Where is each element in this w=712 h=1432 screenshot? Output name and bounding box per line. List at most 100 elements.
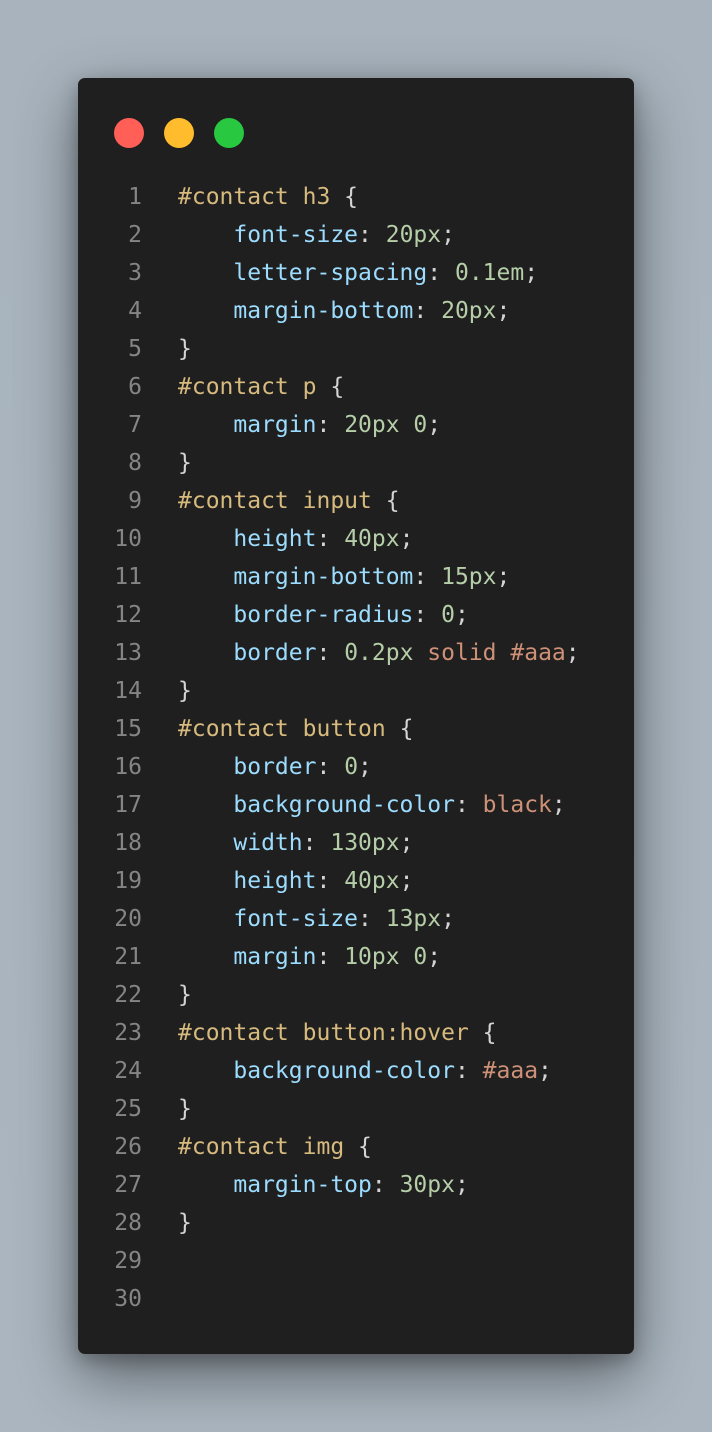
code-token: } <box>178 982 192 1008</box>
code-token: : <box>413 564 442 590</box>
code-token: ; <box>441 222 455 248</box>
maximize-dot-icon[interactable] <box>214 118 244 148</box>
line-content: background-color: black; <box>178 786 565 824</box>
code-line: 16 border: 0; <box>78 748 634 786</box>
code-token: font-size <box>233 906 359 932</box>
line-number: 20 <box>114 906 142 932</box>
code-token: ; <box>399 830 414 856</box>
line-number: 26 <box>114 1134 142 1160</box>
line-content: #contact p { <box>178 368 344 406</box>
code-line: 10 height: 40px; <box>78 520 634 558</box>
line-number: 14 <box>114 678 142 704</box>
code-token: ; <box>358 754 372 780</box>
code-token: margin <box>233 412 317 438</box>
code-token: ; <box>496 298 511 324</box>
line-content: } <box>178 976 192 1014</box>
code-line: 23 #contact button:hover { <box>78 1014 634 1052</box>
code-token: black <box>482 792 552 818</box>
code-token: background-color <box>233 792 455 818</box>
line-content: border: 0.2px solid #aaa; <box>178 634 580 672</box>
code-token: } <box>178 1210 192 1236</box>
code-line: 19 height: 40px; <box>78 862 634 900</box>
code-line: 29 <box>78 1242 634 1280</box>
code-token: : <box>316 754 345 780</box>
code-token: font-size <box>233 222 359 248</box>
line-number: 28 <box>114 1210 142 1236</box>
line-number: 7 <box>128 412 142 438</box>
code-token: 20px <box>385 222 442 248</box>
line-number: 2 <box>128 222 142 248</box>
line-content: #contact h3 { <box>178 178 358 216</box>
minimize-dot-icon[interactable] <box>164 118 194 148</box>
line-number: 13 <box>114 640 142 666</box>
code-line: 11 margin-bottom: 15px; <box>78 558 634 596</box>
code-token: } <box>178 450 192 476</box>
code-token: height <box>233 526 317 552</box>
code-token: #contact p <box>178 374 317 400</box>
code-token: : <box>454 792 483 818</box>
line-content: height: 40px; <box>178 862 413 900</box>
line-content: } <box>178 1090 192 1128</box>
code-editor[interactable]: 1 #contact h3 { 2 font-size: 20px; 3 letter… <box>78 178 634 1318</box>
code-token: margin-bottom <box>233 564 414 590</box>
code-token: : <box>413 602 442 628</box>
code-token: 40px <box>344 868 400 894</box>
code-token: : <box>358 906 386 932</box>
line-number: 17 <box>114 792 142 818</box>
code-line: 8} <box>78 444 634 482</box>
code-line: 14} <box>78 672 634 710</box>
line-number: 25 <box>114 1096 142 1122</box>
line-number: 3 <box>128 260 142 286</box>
code-token: } <box>178 1096 192 1122</box>
code-token: ; <box>565 640 580 666</box>
line-content: font-size: 13px; <box>178 900 455 938</box>
code-token: { <box>371 488 400 514</box>
code-line: 25} <box>78 1090 634 1128</box>
line-content: background-color: #aaa; <box>178 1052 552 1090</box>
code-token: 0.2px <box>344 640 414 666</box>
code-token: ; <box>399 526 414 552</box>
code-token: ; <box>454 602 469 628</box>
line-number: 1 <box>128 184 142 210</box>
code-token: ; <box>427 412 442 438</box>
line-content: } <box>178 444 192 482</box>
code-token: margin <box>233 944 317 970</box>
code-line: 20 font-size: 13px; <box>78 900 634 938</box>
line-content: #contact button { <box>178 710 413 748</box>
code-line: 7 margin: 20px 0; <box>78 406 634 444</box>
code-token: height <box>233 868 317 894</box>
line-number: 29 <box>114 1248 142 1274</box>
close-dot-icon[interactable] <box>114 118 144 148</box>
line-number: 10 <box>114 526 142 552</box>
line-number: 16 <box>114 754 142 780</box>
code-token: { <box>385 716 414 742</box>
code-token: letter-spacing <box>233 260 428 286</box>
line-content: margin: 20px 0; <box>178 406 441 444</box>
line-content: height: 40px; <box>178 520 413 558</box>
code-token: #contact button:hover <box>178 1020 469 1046</box>
code-token: : <box>358 222 386 248</box>
line-number: 9 <box>128 488 142 514</box>
code-token: border-radius <box>233 602 414 628</box>
code-token: #aaa <box>482 1058 539 1084</box>
code-token: : <box>316 944 345 970</box>
code-token: ; <box>538 1058 552 1084</box>
line-number: 11 <box>114 564 142 590</box>
code-token: ; <box>454 1172 469 1198</box>
code-token: } <box>178 336 192 362</box>
code-token: margin-top <box>233 1172 372 1198</box>
line-number: 27 <box>114 1172 142 1198</box>
code-line: 30 <box>78 1280 634 1318</box>
code-token: ; <box>524 260 539 286</box>
line-content: margin-top: 30px; <box>178 1166 469 1204</box>
line-number: 6 <box>128 374 142 400</box>
